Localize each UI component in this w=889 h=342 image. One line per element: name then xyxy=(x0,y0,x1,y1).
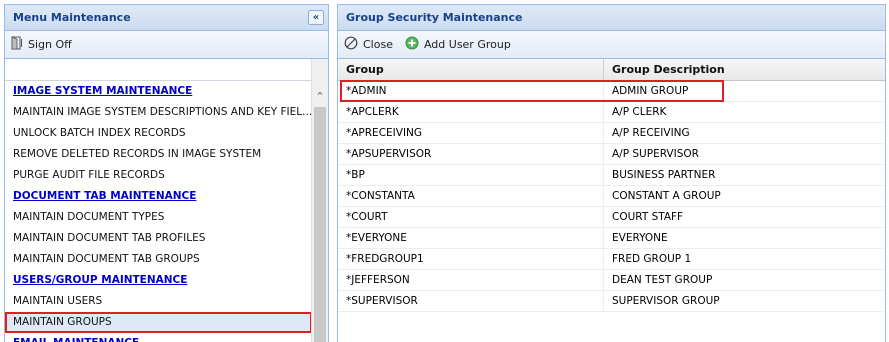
add-circle-icon xyxy=(405,36,419,53)
menu-list-container: IMAGE SYSTEM MAINTENANCE MAINTAIN IMAGE S… xyxy=(5,59,328,342)
table-row[interactable]: *SUPERVISOR SUPERVISOR GROUP xyxy=(338,291,885,312)
group-cell: *CONSTANTA xyxy=(338,186,604,206)
menu-panel-title: Menu Maintenance xyxy=(13,11,131,24)
group-toolbar: Close Add User Group xyxy=(338,31,885,59)
menu-item[interactable]: MAINTAIN DOCUMENT TYPES xyxy=(5,207,312,228)
table-row[interactable]: *EVERYONE EVERYONE xyxy=(338,228,885,249)
double-chevron-left-icon: « xyxy=(312,12,320,23)
collapse-panel-button[interactable]: « xyxy=(308,10,324,25)
group-security-panel: Group Security Maintenance Close Add Use… xyxy=(337,4,886,342)
table-row[interactable]: *APSUPERVISOR A/P SUPERVISOR xyxy=(338,144,885,165)
group-cell: *SUPERVISOR xyxy=(338,291,604,311)
group-description-cell: A/P RECEIVING xyxy=(612,127,690,139)
menu-item[interactable]: MAINTAIN DOCUMENT TAB PROFILES xyxy=(5,228,312,249)
table-row[interactable]: *ADMIN ADMIN GROUP xyxy=(338,80,885,102)
menu-item[interactable]: MAINTAIN USERS xyxy=(5,291,312,312)
table-row[interactable]: *CONSTANTA CONSTANT A GROUP xyxy=(338,186,885,207)
group-description-cell: EVERYONE xyxy=(612,232,668,244)
menu-panel-header: Menu Maintenance « xyxy=(5,5,328,31)
menu-item[interactable]: MAINTAIN GROUPS xyxy=(5,312,312,333)
group-cell: *FREDGROUP1 xyxy=(338,249,604,269)
group-cell: *COURT xyxy=(338,207,604,227)
menu-section-link[interactable]: USERS/GROUP MAINTENANCE xyxy=(5,270,312,291)
group-panel-header: Group Security Maintenance xyxy=(338,5,885,31)
group-description-cell: COURT STAFF xyxy=(612,211,684,223)
close-label: Close xyxy=(363,38,393,51)
group-cell: *APCLERK xyxy=(338,102,604,122)
group-description-cell: ADMIN GROUP xyxy=(612,85,689,97)
group-description-cell: SUPERVISOR GROUP xyxy=(612,295,720,307)
close-button[interactable]: Close xyxy=(344,36,393,53)
column-header-group[interactable]: Group xyxy=(338,59,604,80)
menu-list: IMAGE SYSTEM MAINTENANCE MAINTAIN IMAGE S… xyxy=(5,81,312,342)
group-cell: *ADMIN xyxy=(338,81,604,101)
group-description-cell: CONSTANT A GROUP xyxy=(612,190,721,202)
group-cell: *JEFFERSON xyxy=(338,270,604,290)
group-panel-title: Group Security Maintenance xyxy=(346,11,523,24)
table-row[interactable]: *APRECEIVING A/P RECEIVING xyxy=(338,123,885,144)
table-row[interactable]: *APCLERK A/P CLERK xyxy=(338,102,885,123)
menu-item[interactable]: PURGE AUDIT FILE RECORDS xyxy=(5,165,312,186)
grid-body: *ADMIN ADMIN GROUP *APCLERK A/P CLERK *APREC… xyxy=(338,80,885,312)
table-row[interactable]: *FREDGROUP1 FRED GROUP 1 xyxy=(338,249,885,270)
menu-item[interactable]: MAINTAIN IMAGE SYSTEM DESCRIPTIONS AND K… xyxy=(5,102,312,123)
sign-off-button[interactable]: Sign Off xyxy=(11,36,72,53)
menu-toolbar: Sign Off xyxy=(5,31,328,59)
column-header-description[interactable]: Group Description xyxy=(604,59,885,80)
table-row[interactable]: *JEFFERSON DEAN TEST GROUP xyxy=(338,270,885,291)
group-description-cell: BUSINESS PARTNER xyxy=(612,169,716,181)
add-user-group-button[interactable]: Add User Group xyxy=(405,36,511,53)
grid-header: Group Group Description xyxy=(338,59,885,81)
menu-maintenance-panel: Menu Maintenance « Sign Off IMAGE SYSTEM… xyxy=(4,4,329,342)
group-description-cell: A/P CLERK xyxy=(612,106,667,118)
group-description-cell: DEAN TEST GROUP xyxy=(612,274,713,286)
table-row[interactable]: *COURT COURT STAFF xyxy=(338,207,885,228)
menu-section-link[interactable]: DOCUMENT TAB MAINTENANCE xyxy=(5,186,312,207)
menu-item[interactable]: EMAIL MAINTENANCE xyxy=(5,333,312,342)
group-cell: *EVERYONE xyxy=(338,228,604,248)
scrollbar-thumb[interactable] xyxy=(314,107,326,342)
menu-top-spacer xyxy=(5,59,328,81)
group-cell: *BP xyxy=(338,165,604,185)
door-icon xyxy=(11,36,23,53)
sign-off-label: Sign Off xyxy=(28,38,72,51)
group-cell: *APRECEIVING xyxy=(338,123,604,143)
menu-item[interactable]: REMOVE DELETED RECORDS IN IMAGE SYSTEM xyxy=(5,144,312,165)
menu-scrollbar[interactable]: ⌃ xyxy=(311,59,328,342)
group-description-cell: A/P SUPERVISOR xyxy=(612,148,699,160)
menu-item[interactable]: MAINTAIN DOCUMENT TAB GROUPS xyxy=(5,249,312,270)
group-cell: *APSUPERVISOR xyxy=(338,144,604,164)
add-user-group-label: Add User Group xyxy=(423,38,511,51)
menu-section-link[interactable]: IMAGE SYSTEM MAINTENANCE xyxy=(5,81,312,102)
menu-item[interactable]: UNLOCK BATCH INDEX RECORDS xyxy=(5,123,312,144)
scroll-up-arrow-icon[interactable]: ⌃ xyxy=(312,88,328,105)
group-description-cell: FRED GROUP 1 xyxy=(612,253,692,265)
table-row[interactable]: *BP BUSINESS PARTNER xyxy=(338,165,885,186)
close-circle-icon xyxy=(344,36,358,53)
